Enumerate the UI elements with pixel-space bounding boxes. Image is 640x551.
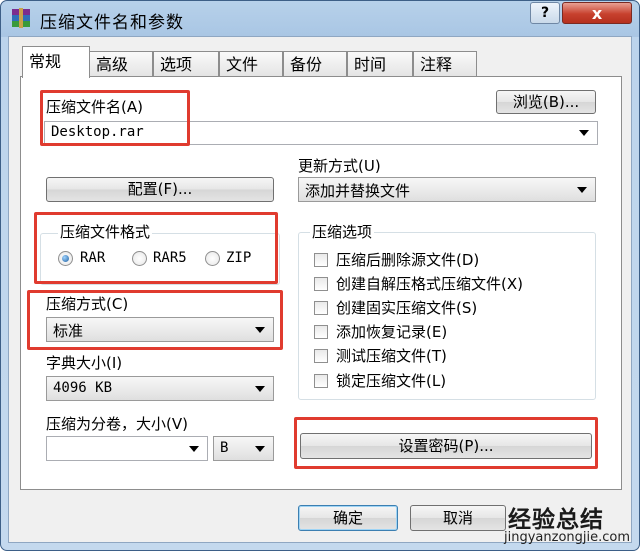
split-unit-value: B [220, 440, 229, 456]
dictionary-size-value: 4096 KB [53, 380, 113, 396]
format-rar-label: RAR [80, 250, 106, 266]
archive-name-combo[interactable]: Desktop.rar [44, 121, 598, 145]
sfx-checkbox[interactable] [314, 277, 328, 291]
split-volumes-label: 压缩为分卷，大小(V) [46, 415, 188, 433]
window-title: 压缩文件名和参数 [40, 13, 184, 33]
method-label: 压缩方式(C) [46, 295, 129, 313]
tab-files[interactable]: 文件 [219, 51, 283, 77]
recovery-record-checkbox[interactable] [314, 325, 328, 339]
format-rar5-label: RAR5 [153, 250, 187, 266]
archive-name-label: 压缩文件名(A) [46, 98, 143, 116]
cancel-button[interactable]: 取消 [410, 505, 506, 531]
format-group-label: 压缩文件格式 [58, 221, 153, 242]
archive-name-value: Desktop.rar [51, 124, 144, 140]
tab-time[interactable]: 时间 [347, 51, 413, 77]
chevron-down-icon[interactable] [255, 385, 265, 392]
browse-button[interactable]: 浏览(B)... [496, 90, 596, 114]
title-bar[interactable]: 压缩文件名和参数 ? x [0, 0, 640, 36]
winrar-app-icon [12, 8, 30, 28]
format-zip-radio[interactable] [205, 251, 220, 266]
solid-archive-checkbox[interactable] [314, 301, 328, 315]
dictionary-size-select[interactable]: 4096 KB [46, 376, 274, 401]
option-label: 创建固实压缩文件(S) [336, 299, 478, 317]
option-label: 创建自解压格式压缩文件(X) [336, 275, 523, 293]
set-password-button[interactable]: 设置密码(P)... [300, 433, 592, 459]
profiles-button[interactable]: 配置(F)... [46, 177, 274, 202]
close-button[interactable]: x [562, 2, 632, 24]
split-unit-select[interactable]: B [213, 436, 274, 461]
dictionary-size-label: 字典大小(I) [46, 354, 123, 372]
update-mode-label: 更新方式(U) [298, 157, 381, 175]
update-mode-value: 添加并替换文件 [305, 182, 411, 200]
tab-comment[interactable]: 注释 [413, 51, 477, 77]
method-value: 标准 [53, 322, 84, 340]
chevron-down-icon[interactable] [189, 445, 199, 452]
chevron-down-icon[interactable] [255, 326, 265, 333]
split-size-input[interactable] [46, 436, 208, 461]
update-mode-select[interactable]: 添加并替换文件 [298, 177, 596, 202]
method-select[interactable]: 标准 [46, 317, 274, 342]
watermark-title: 经验总结 [508, 500, 604, 534]
option-label: 添加恢复记录(E) [336, 323, 448, 341]
help-button[interactable]: ? [530, 2, 560, 24]
watermark-url: jingyanzongjie.com [504, 530, 631, 545]
ok-button[interactable]: 确定 [298, 505, 398, 531]
tab-backup[interactable]: 备份 [283, 51, 347, 77]
chevron-down-icon[interactable] [577, 186, 587, 193]
tab-options[interactable]: 选项 [153, 51, 219, 77]
chevron-down-icon[interactable] [255, 445, 265, 452]
option-label: 压缩后删除源文件(D) [336, 251, 480, 269]
option-label: 锁定压缩文件(L) [336, 372, 447, 390]
lock-archive-checkbox[interactable] [314, 374, 328, 388]
delete-after-checkbox[interactable] [314, 253, 328, 267]
format-rar-radio[interactable] [58, 251, 73, 266]
format-zip-label: ZIP [226, 250, 252, 266]
test-archive-checkbox[interactable] [314, 349, 328, 363]
chevron-down-icon[interactable] [579, 130, 589, 136]
format-rar5-radio[interactable] [132, 251, 147, 266]
tab-general[interactable]: 常规 [22, 46, 90, 78]
tab-advanced[interactable]: 高级 [89, 51, 153, 77]
options-group-label: 压缩选项 [310, 221, 375, 242]
option-label: 测试压缩文件(T) [336, 347, 447, 365]
